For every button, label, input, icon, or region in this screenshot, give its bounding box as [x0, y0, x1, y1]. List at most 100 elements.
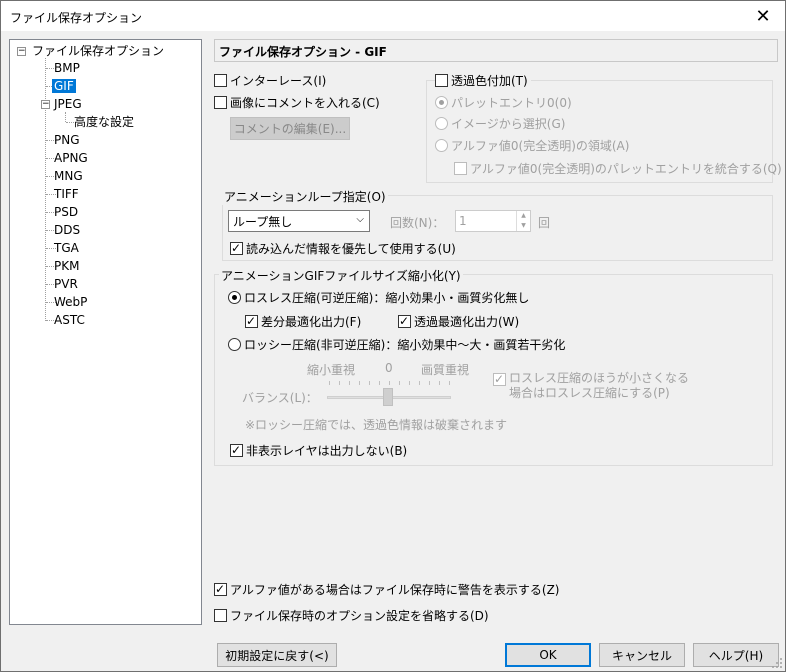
radio-circle [228, 291, 241, 304]
tree-item-dds[interactable]: DDS [54, 222, 80, 238]
alpha-warning-checkbox[interactable]: アルファ値がある場合はファイル保存時に警告を表示する(Z) [214, 581, 559, 598]
tree-item-tga[interactable]: TGA [54, 240, 79, 256]
prefer-lossless-checkbox[interactable]: ロスレス圧縮のほうが小さくなる場合はロスレス圧縮にする(P) [493, 371, 689, 401]
checkbox-box [214, 96, 227, 109]
reset-button[interactable]: 初期設定に戻す(<) [217, 643, 337, 667]
radio-circle [228, 338, 241, 351]
slider-tick [389, 381, 390, 385]
window-title: ファイル保存オプション [10, 11, 143, 25]
tree-item-gif[interactable]: GIF [51, 78, 77, 94]
cancel-button[interactable]: キャンセル [599, 643, 685, 667]
size-reduce-title: アニメーションGIFファイルサイズ縮小化(Y) [219, 267, 463, 284]
checkbox-box [435, 74, 448, 87]
lossy-label: ロッシー圧縮(非可逆圧縮)：縮小効果中～大・画質若干劣化 [244, 338, 566, 352]
help-button[interactable]: ヘルプ(H) [693, 643, 779, 667]
slider-tick [439, 381, 440, 385]
tree-item-mng[interactable]: MNG [54, 168, 83, 184]
skip-options-label: ファイル保存時のオプション設定を省略する(D) [230, 609, 489, 623]
hidden-layers-checkbox[interactable]: 非表示レイヤは出力しない(B) [230, 442, 407, 459]
edit-comment-button[interactable]: コメントの編集(E)... [230, 117, 350, 140]
tree-item-pkm[interactable]: PKM [54, 258, 79, 274]
resize-grip-icon[interactable] [771, 657, 783, 669]
lossy-radio[interactable]: ロッシー圧縮(非可逆圧縮)：縮小効果中～大・画質若干劣化 [228, 336, 565, 353]
anim-loop-title: アニメーションループ指定(O) [222, 188, 388, 205]
checkbox-box [214, 609, 227, 622]
radio-circle [435, 117, 448, 130]
count-spinner[interactable]: 1 ▲ ▼ [455, 210, 531, 232]
hidden-layers-label: 非表示レイヤは出力しない(B) [246, 444, 408, 458]
loop-select-value: ループ無し [233, 215, 293, 229]
loop-select[interactable]: ループ無し ⌵ [228, 210, 370, 232]
from-image-radio[interactable]: イメージから選択(G) [435, 115, 565, 132]
alpha-area-label: アルファ値0(完全透明)の領域(A) [451, 139, 630, 153]
checkbox-box [398, 313, 411, 329]
tree-root[interactable]: ファイル保存オプション [32, 43, 164, 59]
tree-item-pvr[interactable]: PVR [54, 276, 78, 292]
radio-circle [435, 96, 448, 109]
tree-item-label: JPEG [54, 97, 82, 111]
slider-tick [419, 381, 420, 385]
diff-opt-checkbox[interactable]: 差分最適化出力(F) [245, 313, 361, 330]
slider-left-label: 縮小重視 [307, 363, 356, 377]
tree-item-tiff[interactable]: TIFF [54, 186, 79, 202]
comment-label: 画像にコメントを入れる(C) [230, 96, 380, 110]
tree-item-advanced[interactable]: 高度な設定 [74, 114, 134, 130]
interlace-checkbox[interactable]: インターレース(I) [214, 72, 326, 89]
tree-item-apng[interactable]: APNG [54, 150, 88, 166]
alpha-area-radio[interactable]: アルファ値0(完全透明)の領域(A) [435, 137, 629, 154]
tree-item-psd[interactable]: PSD [54, 204, 78, 220]
close-icon[interactable]: ✕ [741, 1, 785, 31]
trans-opt-checkbox[interactable]: 透過最適化出力(W) [398, 313, 519, 330]
tree-item-bmp[interactable]: BMP [54, 60, 80, 76]
checkbox-box [245, 313, 258, 329]
chevron-down-icon: ⌵ [356, 214, 364, 225]
balance-slider-thumb[interactable] [383, 388, 393, 406]
lossy-note: ※ロッシー圧縮では、透過色情報は破棄されます [245, 418, 508, 432]
prefer-loaded-checkbox[interactable]: 読み込んだ情報を優先して使用する(U) [230, 240, 456, 257]
slider-tick [329, 381, 330, 385]
transparent-checkbox[interactable]: 透過色付加(T) [435, 72, 531, 89]
slider-tick [359, 381, 360, 385]
tree-item-webp[interactable]: WebP [54, 294, 87, 310]
palette-entry-label: パレットエントリ0(0) [451, 96, 572, 110]
slider-tick [449, 381, 450, 385]
count-label: 回数(N)： [390, 216, 445, 230]
tree-item-jpeg[interactable]: JPEG [54, 96, 82, 112]
count-unit: 回 [538, 216, 551, 230]
tree-item-label: APNG [54, 151, 88, 165]
tree-item-astc[interactable]: ASTC [54, 312, 85, 328]
checkbox-box [214, 581, 227, 597]
tree-line [65, 112, 66, 122]
tree-item-label: GIF [51, 78, 77, 94]
balance-label: バランス(L)： [242, 391, 318, 405]
merge-alpha-checkbox[interactable]: アルファ値0(完全透明)のパレットエントリを統合する(Q) [454, 160, 782, 177]
radio-circle [435, 139, 448, 152]
tree-item-label: BMP [54, 61, 80, 75]
tree-item-label: TIFF [54, 187, 79, 201]
tree-item-png[interactable]: PNG [54, 132, 80, 148]
panel-header: ファイル保存オプション - GIF [214, 39, 778, 62]
palette-entry-radio[interactable]: パレットエントリ0(0) [435, 94, 572, 111]
skip-options-checkbox[interactable]: ファイル保存時のオプション設定を省略する(D) [214, 607, 489, 624]
tree-item-label: PKM [54, 259, 80, 273]
collapse-icon[interactable]: − [17, 47, 26, 56]
lossless-radio[interactable]: ロスレス圧縮(可逆圧縮)：縮小効果小・画質劣化無し [228, 289, 529, 306]
slider-tick [379, 381, 380, 385]
prefer-lossless-label: ロスレス圧縮のほうが小さくなる 場合はロスレス圧縮にする(P) [509, 371, 689, 401]
tree-item-label: WebP [54, 295, 88, 309]
interlace-label: インターレース(I) [230, 74, 327, 88]
lossless-label: ロスレス圧縮(可逆圧縮)：縮小効果小・画質劣化無し [244, 291, 530, 305]
format-tree[interactable]: − ファイル保存オプション BMP GIF − JPEG 高度な設定 PNG A… [9, 39, 202, 625]
spin-up-icon[interactable]: ▲ [516, 211, 530, 221]
checkbox-box [214, 74, 227, 87]
slider-tick [429, 381, 430, 385]
collapse-icon[interactable]: − [41, 100, 50, 109]
ok-button[interactable]: OK [505, 643, 591, 667]
tree-line [45, 58, 46, 321]
spin-down-icon[interactable]: ▼ [516, 221, 530, 231]
comment-checkbox[interactable]: 画像にコメントを入れる(C) [214, 94, 380, 111]
slider-tick [409, 381, 410, 385]
checkbox-box [230, 442, 243, 458]
tree-item-label: PSD [54, 205, 79, 219]
prefer-lossless-line1: ロスレス圧縮のほうが小さくなる [509, 371, 690, 385]
